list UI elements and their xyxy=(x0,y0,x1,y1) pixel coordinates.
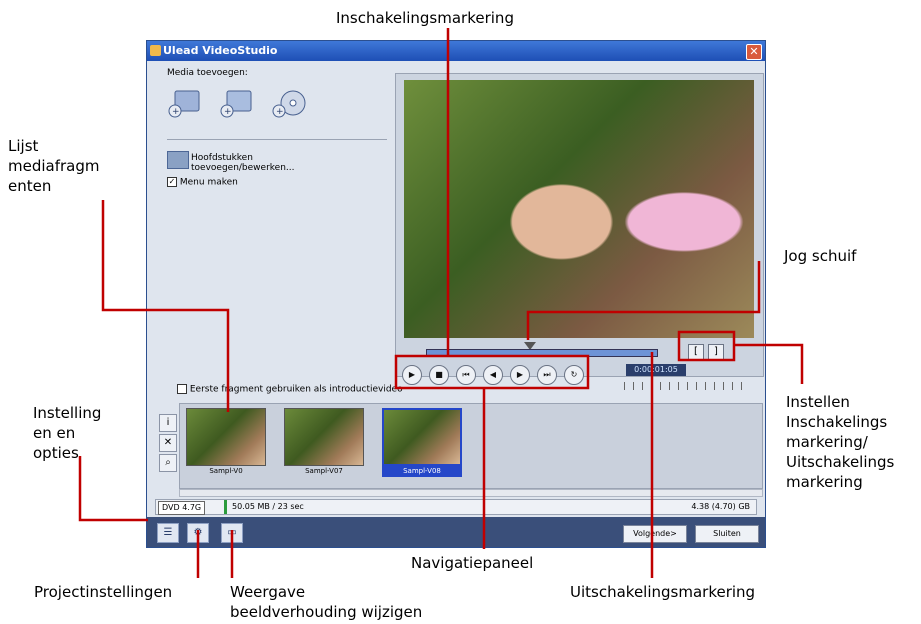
annotation-mark-in: Inschakelingsmarkering xyxy=(336,9,514,27)
shuttle-ticks[interactable] xyxy=(624,382,744,390)
preview-panel: ▶ ■ ⏮ ◀ ▶ ⏭ ↻ [ ] 0:00:01:05 xyxy=(395,73,764,390)
close-icon[interactable]: ✕ xyxy=(746,44,762,60)
settings-options-buttons: i ✕ ⌕ xyxy=(159,414,177,474)
checkbox-unchecked-icon xyxy=(177,384,187,394)
clip-name: Sampl-V08 xyxy=(382,466,462,477)
checkbox-checked-icon: ✓ xyxy=(167,177,177,187)
add-video-icon[interactable]: + xyxy=(167,89,205,119)
add-vcd-icon[interactable]: + xyxy=(219,89,257,119)
video-preview xyxy=(404,80,754,338)
media-clip-list: Sampl-V0 Sampl-V07 Sampl-V08 xyxy=(179,403,763,489)
jog-slider-track[interactable] xyxy=(426,349,658,357)
info-icon[interactable]: i xyxy=(159,414,177,432)
clip-name: Sampl-V0 xyxy=(209,467,243,475)
mark-out-button[interactable]: ] xyxy=(708,344,724,360)
repeat-button[interactable]: ↻ xyxy=(564,365,584,385)
first-clip-intro-label: Eerste fragment gebruiken als introducti… xyxy=(189,384,403,395)
home-button[interactable]: ⏮ xyxy=(456,365,476,385)
svg-text:+: + xyxy=(276,107,284,117)
disc-usage-bar xyxy=(224,500,227,514)
disc-usage-text: 50.05 MB / 23 sec xyxy=(232,502,304,511)
aspect-ratio-icon[interactable]: ▭ xyxy=(221,523,243,543)
app-window: Ulead VideoStudio ✕ Media toevoegen: + +… xyxy=(146,40,766,548)
disc-capacity-text: 4.38 (4.70) GB xyxy=(691,502,750,511)
annotation-media-list: Lijst mediafragm enten xyxy=(8,137,100,195)
play-button[interactable]: ▶ xyxy=(402,365,422,385)
chapters-icon xyxy=(167,151,189,169)
mark-in-button[interactable]: [ xyxy=(688,344,704,360)
navigation-panel: ▶ ■ ⏮ ◀ ▶ ⏭ ↻ xyxy=(402,365,590,387)
add-disc-icon[interactable]: + xyxy=(271,89,309,119)
svg-text:+: + xyxy=(172,107,180,117)
window-title: Ulead VideoStudio xyxy=(163,44,278,57)
next-button[interactable]: Volgende> xyxy=(623,525,687,543)
previous-frame-button[interactable]: ◀ xyxy=(483,365,503,385)
app-icon xyxy=(150,45,161,56)
first-clip-intro-checkbox[interactable]: Eerste fragment gebruiken als introducti… xyxy=(177,384,403,395)
callout-line xyxy=(78,456,148,522)
separator xyxy=(167,139,387,140)
stop-button[interactable]: ■ xyxy=(429,365,449,385)
clip-name: Sampl-V07 xyxy=(305,467,343,475)
clip-item[interactable]: Sampl-V07 xyxy=(284,408,364,478)
status-bar: DVD 4.7G 50.05 MB / 23 sec 4.38 (4.70) G… xyxy=(155,499,757,515)
clip-list-scrollbar[interactable] xyxy=(179,489,763,497)
annotation-navigation-panel: Navigatiepaneel xyxy=(411,554,534,572)
add-chapters-label: Hoofdstukken toevoegen/bewerken... xyxy=(191,153,295,173)
media-add-label: Media toevoegen: xyxy=(167,68,248,78)
zoom-icon[interactable]: ⌕ xyxy=(159,454,177,472)
annotation-aspect-ratio: Weergave beeldverhouding wijzigen xyxy=(230,583,423,621)
annotation-mark-out: Uitschakelingsmarkering xyxy=(570,583,756,601)
clip-thumbnail xyxy=(382,408,462,466)
close-button[interactable]: Sluiten xyxy=(695,525,759,543)
create-menu-checkbox[interactable]: ✓ Menu maken xyxy=(167,177,238,188)
title-bar: Ulead VideoStudio ✕ xyxy=(147,41,765,61)
clip-thumbnail xyxy=(284,408,364,466)
clip-thumbnail xyxy=(186,408,266,466)
delete-icon[interactable]: ✕ xyxy=(159,434,177,452)
next-frame-button[interactable]: ▶ xyxy=(510,365,530,385)
settings-options-icon[interactable]: ☰ xyxy=(157,523,179,543)
svg-text:+: + xyxy=(224,107,232,117)
annotation-project-settings: Projectinstellingen xyxy=(34,583,173,601)
clip-item[interactable]: Sampl-V0 xyxy=(186,408,266,478)
clip-item-selected[interactable]: Sampl-V08 xyxy=(382,408,462,478)
end-button[interactable]: ⏭ xyxy=(537,365,557,385)
disc-size-select[interactable]: DVD 4.7G xyxy=(158,501,206,515)
bottom-toolbar: ☰ ⚙ ▭ Volgende> Sluiten xyxy=(147,517,765,547)
annotation-settings: Instelling en en opties xyxy=(33,404,102,462)
create-menu-label: Menu maken xyxy=(179,177,238,188)
timecode-display[interactable]: 0:00:01:05 xyxy=(626,364,686,376)
annotation-jog-slider: Jog schuif xyxy=(784,247,857,265)
project-settings-icon[interactable]: ⚙ xyxy=(187,523,209,543)
annotation-set-markers: Instellen Inschakelings markering/ Uitsc… xyxy=(786,393,895,491)
